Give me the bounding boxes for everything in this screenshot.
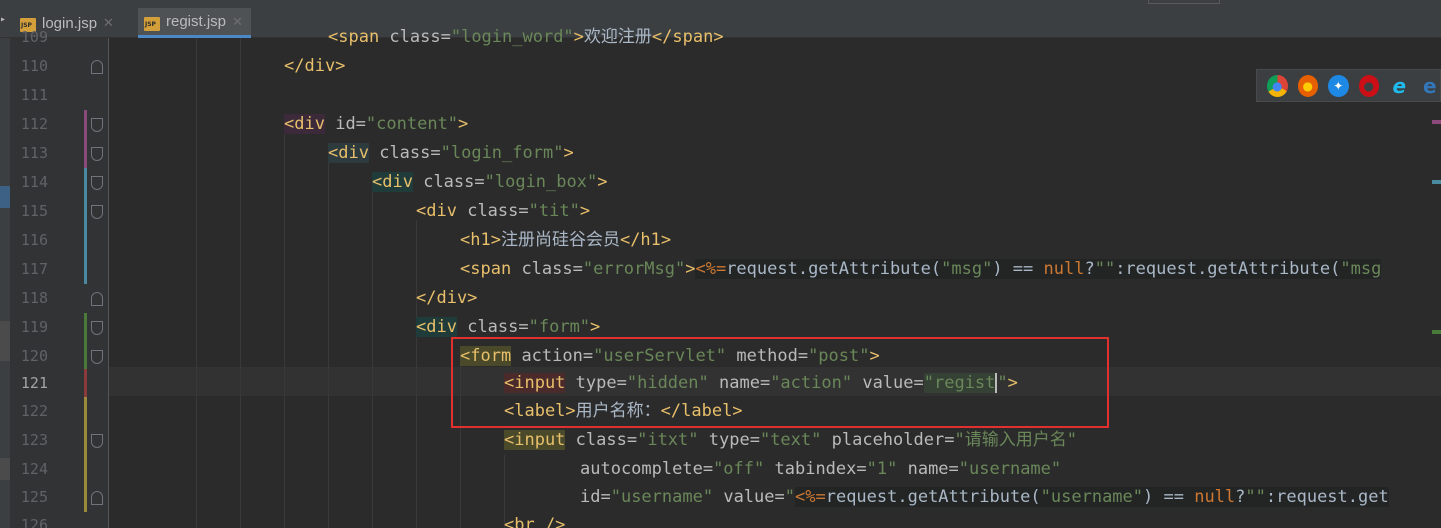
- line-number: 125: [20, 488, 48, 506]
- code-text: <div class="tit">: [416, 201, 591, 221]
- vcs-change-marker[interactable]: [84, 426, 87, 455]
- code-line[interactable]: 116 <h1>注册尚硅谷会员</h1>: [0, 226, 1441, 255]
- vcs-change-marker[interactable]: [84, 110, 87, 139]
- code-line[interactable]: 111: [0, 81, 1441, 110]
- edge-icon[interactable]: e: [1420, 74, 1441, 98]
- code-line[interactable]: 109 <span class="login_word">欢迎注册</span>: [0, 23, 1441, 52]
- code-line[interactable]: 115 <div class="tit">: [0, 197, 1441, 226]
- safari-icon[interactable]: ✦: [1328, 74, 1349, 97]
- code-text: <span class="errorMsg"><%=request.getAtt…: [460, 259, 1382, 279]
- ie-icon[interactable]: e: [1389, 74, 1410, 98]
- opera-icon[interactable]: ●: [1358, 74, 1379, 97]
- line-number: 109: [20, 28, 48, 46]
- vcs-change-marker[interactable]: [84, 255, 87, 284]
- code-text: <input class="itxt" type="text" placehol…: [504, 430, 1077, 450]
- fold-marker-icon[interactable]: [91, 292, 103, 306]
- code-text: </div>: [284, 56, 346, 76]
- chrome-icon[interactable]: ●: [1267, 74, 1288, 97]
- vcs-change-marker[interactable]: [84, 369, 87, 398]
- code-line[interactable]: 117 <span class="errorMsg"><%=request.ge…: [0, 255, 1441, 284]
- vcs-change-marker[interactable]: [84, 168, 87, 197]
- fold-marker-icon[interactable]: [91, 118, 103, 132]
- line-number: 116: [20, 231, 48, 249]
- fold-marker-icon[interactable]: [91, 147, 103, 161]
- line-number: 110: [20, 57, 48, 75]
- code-text: <h1>注册尚硅谷会员</h1>: [460, 230, 672, 250]
- code-text: <br />: [504, 515, 566, 528]
- code-line[interactable]: 123 <input class="itxt" type="text" plac…: [0, 426, 1441, 455]
- code-line[interactable]: 110 </div>: [0, 52, 1441, 81]
- vcs-change-marker[interactable]: [84, 342, 87, 371]
- code-text: autocomplete="off" tabindex="1" name="us…: [580, 459, 1062, 479]
- vcs-change-marker[interactable]: [84, 313, 87, 342]
- line-number: 124: [20, 460, 48, 478]
- code-line[interactable]: 114 <div class="login_box">: [0, 168, 1441, 197]
- code-text: <div class="login_box">: [372, 172, 608, 192]
- vcs-change-marker[interactable]: [84, 139, 87, 168]
- code-text: </div>: [416, 288, 478, 308]
- code-line[interactable]: 126 <br />: [0, 511, 1441, 528]
- vcs-change-marker[interactable]: [84, 197, 87, 226]
- fold-marker-icon[interactable]: [91, 350, 103, 364]
- line-number: 117: [20, 260, 48, 278]
- code-line[interactable]: 113 <div class="login_form">: [0, 139, 1441, 168]
- code-line[interactable]: 124 autocomplete="off" tabindex="1" name…: [0, 455, 1441, 484]
- line-number: 115: [20, 202, 48, 220]
- vcs-change-marker[interactable]: [84, 397, 87, 426]
- line-number: 114: [20, 173, 48, 191]
- line-number: 119: [20, 318, 48, 336]
- code-text: id="username" value="<%=request.getAttri…: [580, 487, 1389, 507]
- vcs-change-marker[interactable]: [84, 226, 87, 255]
- line-number: 111: [20, 86, 48, 104]
- line-number: 118: [20, 289, 48, 307]
- firefox-icon[interactable]: ●: [1297, 74, 1318, 97]
- code-line[interactable]: 112 <div id="content">: [0, 110, 1441, 139]
- code-text: <div class="login_form">: [328, 143, 574, 163]
- line-number: 121: [20, 374, 48, 392]
- highlight-annotation-box: [451, 337, 1109, 428]
- line-number: 120: [20, 347, 48, 365]
- code-text: <div id="content">: [284, 114, 469, 134]
- scrollbar-marker[interactable]: [1432, 180, 1441, 184]
- fold-marker-icon[interactable]: [91, 321, 103, 335]
- toolbar-edge: [1148, 0, 1220, 4]
- fold-marker-icon[interactable]: [91, 434, 103, 448]
- scrollbar-marker[interactable]: [1432, 330, 1441, 334]
- fold-marker-icon[interactable]: [91, 176, 103, 190]
- line-number: 112: [20, 115, 48, 133]
- fold-marker-icon[interactable]: [91, 491, 103, 505]
- fold-marker-icon[interactable]: [91, 60, 103, 74]
- vcs-change-marker[interactable]: [84, 483, 87, 512]
- code-line[interactable]: 125 id="username" value="<%=request.getA…: [0, 483, 1441, 512]
- code-text: <span class="login_word">欢迎注册</span>: [328, 27, 724, 47]
- line-number: 123: [20, 431, 48, 449]
- scrollbar-marker[interactable]: [1432, 120, 1441, 124]
- vcs-change-marker[interactable]: [84, 455, 87, 484]
- line-number: 122: [20, 402, 48, 420]
- line-number: 126: [20, 516, 48, 528]
- browser-preview-bar: ● ● ✦ ● e e: [1256, 69, 1441, 102]
- line-number: 113: [20, 144, 48, 162]
- code-line[interactable]: 118 </div>: [0, 284, 1441, 313]
- fold-marker-icon[interactable]: [91, 205, 103, 219]
